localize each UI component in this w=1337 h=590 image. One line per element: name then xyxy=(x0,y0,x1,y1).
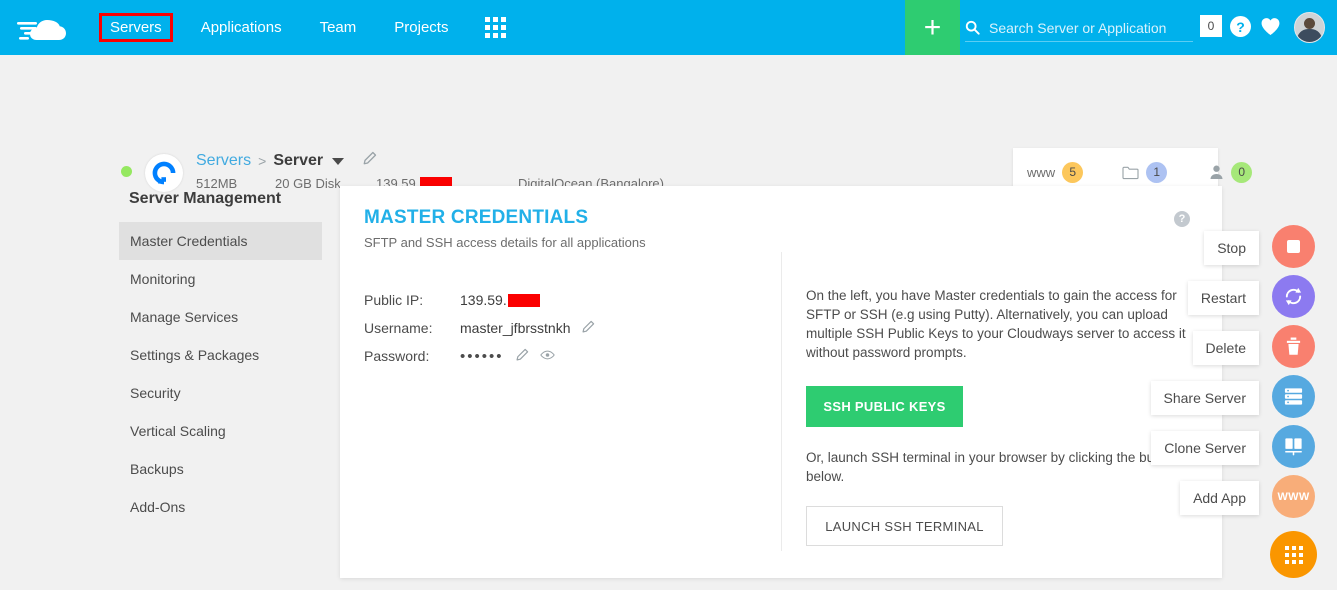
chip-applications-count: 5 xyxy=(1062,161,1084,183)
public-ip-value: 139.59. xyxy=(460,292,507,308)
ssh-public-keys-button[interactable]: SSH PUBLIC KEYS xyxy=(806,386,963,427)
stop-server-button[interactable] xyxy=(1272,225,1315,268)
server-action-rail: Stop Restart Delete Share Server Clone S… xyxy=(1150,0,1337,590)
sidebar-item-settings-packages[interactable]: Settings & Packages xyxy=(119,336,322,374)
add-new-button[interactable]: + xyxy=(905,0,960,55)
www-icon: WWW xyxy=(1277,490,1310,503)
reveal-password-eye-icon[interactable] xyxy=(539,348,555,364)
tooltip-share-server[interactable]: Share Server xyxy=(1150,381,1259,415)
breadcrumb-separator: > xyxy=(258,153,267,169)
sidebar-item-security[interactable]: Security xyxy=(119,374,322,412)
sidebar-item-vertical-scaling[interactable]: Vertical Scaling xyxy=(119,412,322,450)
chip-team-count: 0 xyxy=(1231,161,1253,183)
chip-projects[interactable]: 1 xyxy=(1122,161,1168,183)
breadcrumb-servers-link[interactable]: Servers xyxy=(196,152,251,170)
server-ram: 512MB xyxy=(196,176,238,191)
tooltip-stop[interactable]: Stop xyxy=(1204,231,1259,265)
ssh-info-text: On the left, you have Master credentials… xyxy=(806,288,1186,360)
server-header: Servers > Server 512MB 20 GB Disk 139.59… xyxy=(0,55,1337,196)
credential-row-password: Password: •••••• xyxy=(364,342,595,370)
nav-link-applications[interactable]: Applications xyxy=(191,15,292,40)
chip-applications[interactable]: www 5 xyxy=(1027,161,1084,183)
launch-ssh-terminal-button[interactable]: LAUNCH SSH TERMINAL xyxy=(806,506,1003,546)
stop-icon xyxy=(1287,240,1300,253)
password-label: Password: xyxy=(364,348,430,364)
apps-grid-icon[interactable] xyxy=(485,17,507,38)
digitalocean-glyph xyxy=(152,161,176,185)
credential-row-username: Username: master_jfbrsstnkh xyxy=(364,314,595,342)
edit-server-name-pencil-icon[interactable] xyxy=(362,151,377,171)
nav-link-projects[interactable]: Projects xyxy=(384,15,458,40)
edit-password-pencil-icon[interactable] xyxy=(515,348,529,365)
chip-projects-count: 1 xyxy=(1146,161,1168,183)
search-input[interactable] xyxy=(989,19,1179,36)
restart-icon xyxy=(1285,287,1302,306)
notification-counter[interactable]: 0 xyxy=(1200,15,1222,37)
ssh-info-column: On the left, you have Master credentials… xyxy=(806,286,1186,546)
chevron-down-icon[interactable] xyxy=(332,157,345,165)
digitalocean-logo-icon xyxy=(145,154,183,192)
sidebar-item-backups[interactable]: Backups xyxy=(119,450,322,488)
password-value: •••••• xyxy=(460,347,504,365)
breadcrumb: Servers > Server xyxy=(196,151,377,171)
tooltip-clone-server[interactable]: Clone Server xyxy=(1151,431,1259,465)
share-server-button[interactable] xyxy=(1272,375,1315,418)
sidebar-title: Server Management xyxy=(129,190,282,207)
chip-team[interactable]: 0 xyxy=(1209,161,1253,183)
search-icon xyxy=(965,20,980,35)
clone-icon xyxy=(1285,438,1302,456)
tooltip-add-app[interactable]: Add App xyxy=(1180,481,1259,515)
server-stack-icon xyxy=(1284,388,1303,405)
clone-server-button[interactable] xyxy=(1272,425,1315,468)
card-subtitle: SFTP and SSH access details for all appl… xyxy=(364,235,646,250)
sidebar-item-monitoring[interactable]: Monitoring xyxy=(119,260,322,298)
pencil-glyph xyxy=(363,151,377,165)
credentials-table: Public IP: 139.59. Username: master_jfbr… xyxy=(364,286,595,370)
server-status-dot xyxy=(121,166,132,177)
restart-server-button[interactable] xyxy=(1272,275,1315,318)
tooltip-restart[interactable]: Restart xyxy=(1187,281,1259,315)
card-title: MASTER CREDENTIALS xyxy=(364,207,589,228)
nav-link-servers[interactable]: Servers xyxy=(99,13,173,42)
card-vertical-divider xyxy=(781,252,782,551)
delete-server-button[interactable] xyxy=(1272,325,1315,368)
plus-icon: + xyxy=(923,10,942,44)
pencil-glyph xyxy=(582,320,595,333)
help-icon[interactable]: ? xyxy=(1230,16,1251,37)
public-ip-redaction-block xyxy=(507,293,540,307)
pencil-glyph xyxy=(516,348,528,361)
edit-username-pencil-icon[interactable] xyxy=(581,320,595,337)
public-ip-value-wrap: 139.59. xyxy=(460,292,540,308)
ssh-terminal-info-text: Or, launch SSH terminal in your browser … xyxy=(806,450,1177,484)
credential-row-public-ip: Public IP: 139.59. xyxy=(364,286,595,314)
nav-link-team[interactable]: Team xyxy=(310,15,367,40)
sidebar-item-master-credentials[interactable]: Master Credentials xyxy=(119,222,322,260)
cloud-logo-icon xyxy=(17,19,66,40)
www-label: www xyxy=(1027,164,1056,180)
cloudways-logo[interactable] xyxy=(0,0,90,55)
tooltip-delete[interactable]: Delete xyxy=(1192,331,1259,365)
server-name: Server xyxy=(273,152,324,169)
user-icon xyxy=(1210,165,1223,180)
password-value-wrap: •••••• xyxy=(460,348,555,365)
search-box[interactable] xyxy=(965,14,1193,42)
card-help-icon[interactable]: ? xyxy=(1174,211,1190,227)
username-value: master_jfbrsstnkh xyxy=(460,320,571,336)
eye-glyph xyxy=(539,350,555,360)
trash-icon xyxy=(1286,337,1301,355)
server-management-sidebar: Server Management Master Credentials Mon… xyxy=(119,190,322,526)
username-label: Username: xyxy=(364,320,433,336)
folder-icon xyxy=(1122,166,1139,179)
username-value-wrap: master_jfbrsstnkh xyxy=(460,320,595,337)
master-credentials-card: MASTER CREDENTIALS SFTP and SSH access d… xyxy=(340,186,1222,578)
public-ip-label: Public IP: xyxy=(364,292,424,308)
nav-links: Servers Applications Team Projects xyxy=(90,0,507,55)
sidebar-item-add-ons[interactable]: Add-Ons xyxy=(119,488,322,526)
sidebar-item-manage-services[interactable]: Manage Services xyxy=(119,298,322,336)
grid-icon xyxy=(1284,545,1303,564)
more-actions-button[interactable] xyxy=(1270,531,1317,578)
add-app-button[interactable]: WWW xyxy=(1272,475,1315,518)
